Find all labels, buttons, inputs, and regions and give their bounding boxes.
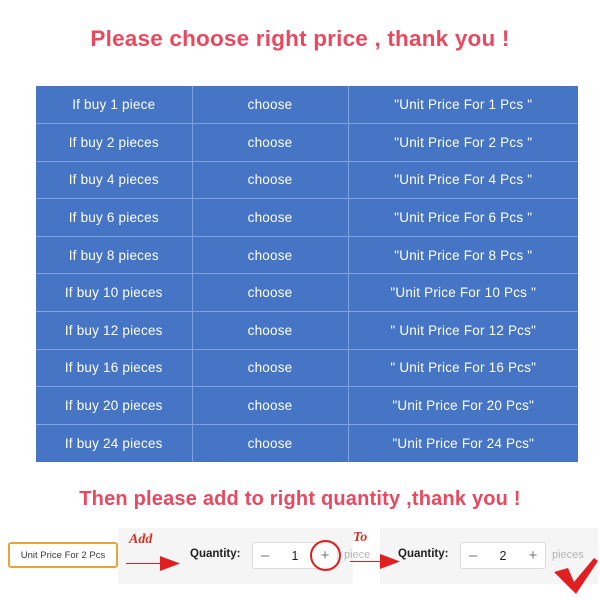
cell-choose[interactable]: choose [192,198,349,237]
cell-price-option: "Unit Price For 20 Pcs" [348,386,578,425]
cell-choose[interactable]: choose [192,236,349,275]
table-row[interactable]: If buy 6 pieces choose "Unit Price For 6 P… [36,198,578,237]
cell-price-option: "Unit Price For 6 Pcs " [348,198,578,237]
cell-price-option: " Unit Price For 16 Pcs" [348,349,578,388]
cell-choose[interactable]: choose [192,311,349,350]
cell-choose[interactable]: choose [192,86,349,125]
cell-quantity: If buy 1 piece [36,86,193,125]
table-row[interactable]: If buy 20 pieces choose "Unit Price For 20… [36,386,578,425]
table-row[interactable]: If buy 2 pieces choose "Unit Price For 2 P… [36,123,578,162]
table-row[interactable]: If buy 8 pieces choose "Unit Price For 8 P… [36,236,578,275]
cell-choose[interactable]: choose [192,424,349,462]
quantity-value-after[interactable]: 2 [485,549,521,563]
cell-choose[interactable]: choose [192,386,349,425]
table-row[interactable]: If buy 16 pieces choose " Unit Price For 1… [36,349,578,388]
cell-quantity: If buy 24 pieces [36,424,193,462]
cell-quantity: If buy 4 pieces [36,161,193,200]
cell-price-option: "Unit Price For 2 Pcs " [348,123,578,162]
cell-price-option: "Unit Price For 1 Pcs " [348,86,578,125]
cell-choose[interactable]: choose [192,123,349,162]
red-checkmark-icon [554,558,598,594]
promo-pricing-page: Please choose right price , thank you ! … [0,0,600,600]
quantity-value-before[interactable]: 1 [277,549,313,563]
cell-quantity: If buy 20 pieces [36,386,193,425]
page-title-choose-price: Please choose right price , thank you ! [90,26,510,51]
cell-quantity: If buy 12 pieces [36,311,193,350]
cell-quantity: If buy 10 pieces [36,273,193,313]
cell-price-option: "Unit Price For 8 Pcs " [348,236,578,275]
quantity-stepper-after[interactable]: – 2 + [460,542,546,569]
quantity-label-before: Quantity: [190,548,241,560]
red-arrow-right-icon-2 [350,554,400,569]
cell-choose[interactable]: choose [192,273,349,313]
page-subtitle-add-quantity: Then please add to right quantity ,thank… [79,488,521,510]
annotation-add: Add [126,532,184,576]
increment-button-after[interactable]: + [521,543,545,568]
red-arrow-right-icon [126,556,180,571]
increment-button-before[interactable]: + [313,543,337,568]
annotation-to-label: To [353,530,368,545]
cell-price-option: "Unit Price For 24 Pcs" [348,424,578,462]
cell-quantity: If buy 2 pieces [36,123,193,162]
price-options-table: If buy 1 piece choose "Unit Price For 1 Pc… [36,86,578,462]
table-row[interactable]: If buy 12 pieces choose " Unit Price For 1… [36,311,578,350]
cell-choose[interactable]: choose [192,349,349,388]
cell-price-option: "Unit Price For 10 Pcs " [348,273,578,313]
cell-price-option: " Unit Price For 12 Pcs" [348,311,578,350]
decrement-button-after[interactable]: – [461,543,485,568]
cell-choose[interactable]: choose [192,161,349,200]
cell-price-option: "Unit Price For 4 Pcs " [348,161,578,200]
decrement-button-before[interactable]: – [253,543,277,568]
quantity-stepper-before[interactable]: – 1 + [252,542,338,569]
cell-quantity: If buy 6 pieces [36,198,193,237]
annotation-add-label: Add [129,532,153,547]
cell-quantity: If buy 16 pieces [36,349,193,388]
quantity-instruction-strip: Unit Price For 2 Pcs Add Quantity: – 1 +… [0,528,600,594]
table-row[interactable]: If buy 1 piece choose "Unit Price For 1 Pc… [36,86,578,125]
quantity-label-after: Quantity: [398,548,449,560]
selected-unit-price-chip[interactable]: Unit Price For 2 Pcs [8,542,118,568]
table-row[interactable]: If buy 4 pieces choose "Unit Price For 4 P… [36,161,578,200]
table-row[interactable]: If buy 24 pieces choose "Unit Price For 24… [36,424,578,462]
table-row[interactable]: If buy 10 pieces choose "Unit Price For 10… [36,273,578,313]
cell-quantity: If buy 8 pieces [36,236,193,275]
